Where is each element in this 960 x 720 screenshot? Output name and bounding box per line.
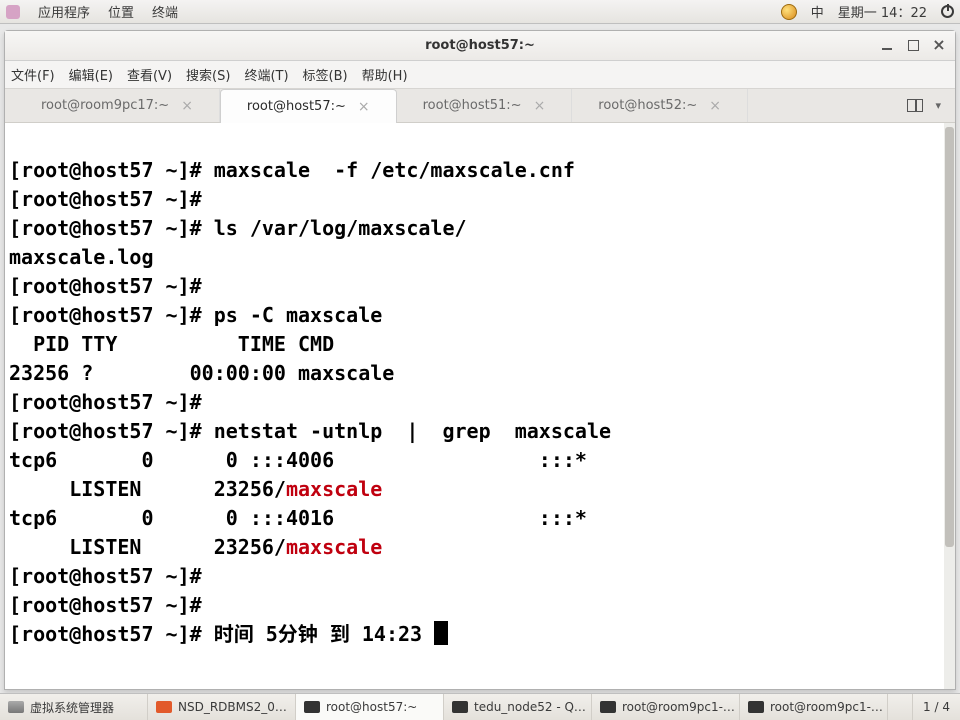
- terminal-tab[interactable]: root@host57:~ ×: [220, 89, 397, 123]
- menu-view[interactable]: 查看(V): [127, 65, 172, 84]
- maximize-button[interactable]: [903, 35, 923, 55]
- menu-edit[interactable]: 编辑(E): [69, 65, 113, 84]
- taskbar-item[interactable]: 虚拟系统管理器: [0, 694, 148, 720]
- terminal-window: root@host57:~ × 文件(F) 编辑(E) 查看(V) 搜索(S) …: [4, 30, 956, 690]
- taskbar-item[interactable]: root@room9pc1-…: [592, 694, 740, 720]
- taskbar-item[interactable]: tedu_node52 - Q…: [444, 694, 592, 720]
- scrollbar[interactable]: [944, 123, 955, 689]
- close-button[interactable]: ×: [929, 35, 949, 55]
- workspace-pager[interactable]: 1 / 4: [912, 694, 960, 720]
- tab-close-icon[interactable]: ×: [534, 98, 546, 114]
- minimize-button[interactable]: [877, 35, 897, 55]
- menu-help[interactable]: 帮助(H): [362, 65, 408, 84]
- clock[interactable]: 星期一 14：22: [838, 2, 927, 21]
- menu-tabs[interactable]: 标签(B): [303, 65, 348, 84]
- taskbar: 虚拟系统管理器 NSD_RDBMS2_0… root@host57:~ tedu_no…: [0, 693, 960, 720]
- terminal-lines: [root@host57 ~]# maxscale -f /etc/maxsca…: [9, 156, 951, 649]
- scrollbar-thumb[interactable]: [945, 127, 954, 547]
- top-panel: 应用程序 位置 终端 中 星期一 14：22: [0, 0, 960, 24]
- cursor: [434, 621, 448, 645]
- menu-terminal[interactable]: 终端: [152, 2, 178, 21]
- window-title: root@host57:~: [425, 38, 535, 53]
- tab-close-icon[interactable]: ×: [181, 98, 193, 114]
- pdf-icon: [156, 701, 172, 713]
- tab-close-icon[interactable]: ×: [709, 98, 721, 114]
- menubar: 文件(F) 编辑(E) 查看(V) 搜索(S) 终端(T) 标签(B) 帮助(H…: [5, 61, 955, 89]
- taskbar-item[interactable]: root@room9pc1-…: [740, 694, 888, 720]
- terminal-tab[interactable]: root@host52:~ ×: [572, 89, 748, 122]
- menu-file[interactable]: 文件(F): [11, 65, 55, 84]
- tab-menu-chevron-icon[interactable]: ▾: [935, 99, 941, 112]
- tab-close-icon[interactable]: ×: [358, 99, 370, 115]
- tab-label: root@host57:~: [247, 99, 346, 114]
- terminal-tab[interactable]: root@host51:~ ×: [397, 89, 573, 122]
- vm-icon: [8, 701, 24, 713]
- menu-applications[interactable]: 应用程序: [38, 2, 90, 21]
- menu-places[interactable]: 位置: [108, 2, 134, 21]
- power-icon[interactable]: [941, 5, 954, 18]
- titlebar[interactable]: root@host57:~ ×: [5, 31, 955, 61]
- terminal-icon: [304, 701, 320, 713]
- terminal-output[interactable]: [root@host57 ~]# maxscale -f /etc/maxsca…: [5, 123, 955, 689]
- taskbar-item-label: root@host57:~: [326, 700, 417, 714]
- taskbar-item-label: root@room9pc1-…: [770, 700, 883, 714]
- taskbar-item-label: NSD_RDBMS2_0…: [178, 700, 287, 714]
- menu-search[interactable]: 搜索(S): [186, 65, 230, 84]
- taskbar-item-label: root@room9pc1-…: [622, 700, 735, 714]
- taskbar-item[interactable]: NSD_RDBMS2_0…: [148, 694, 296, 720]
- split-view-icon[interactable]: [907, 99, 923, 112]
- taskbar-item-label: 虚拟系统管理器: [30, 699, 114, 716]
- terminal-icon: [600, 701, 616, 713]
- terminal-tab[interactable]: root@room9pc17:~ ×: [15, 89, 220, 122]
- input-method-indicator[interactable]: 中: [811, 2, 824, 21]
- tabbar: root@room9pc17:~×root@host57:~×root@host…: [5, 89, 955, 123]
- menu-terminal-dd[interactable]: 终端(T): [244, 65, 288, 84]
- tab-label: root@room9pc17:~: [41, 98, 169, 113]
- terminal-icon: [748, 701, 764, 713]
- tab-label: root@host52:~: [598, 98, 697, 113]
- tab-label: root@host51:~: [423, 98, 522, 113]
- gnome-foot-icon: [6, 5, 20, 19]
- taskbar-item-label: tedu_node52 - Q…: [474, 700, 586, 714]
- terminal-icon: [452, 701, 468, 713]
- taskbar-item[interactable]: root@host57:~: [296, 694, 444, 720]
- notification-icon[interactable]: [781, 4, 797, 20]
